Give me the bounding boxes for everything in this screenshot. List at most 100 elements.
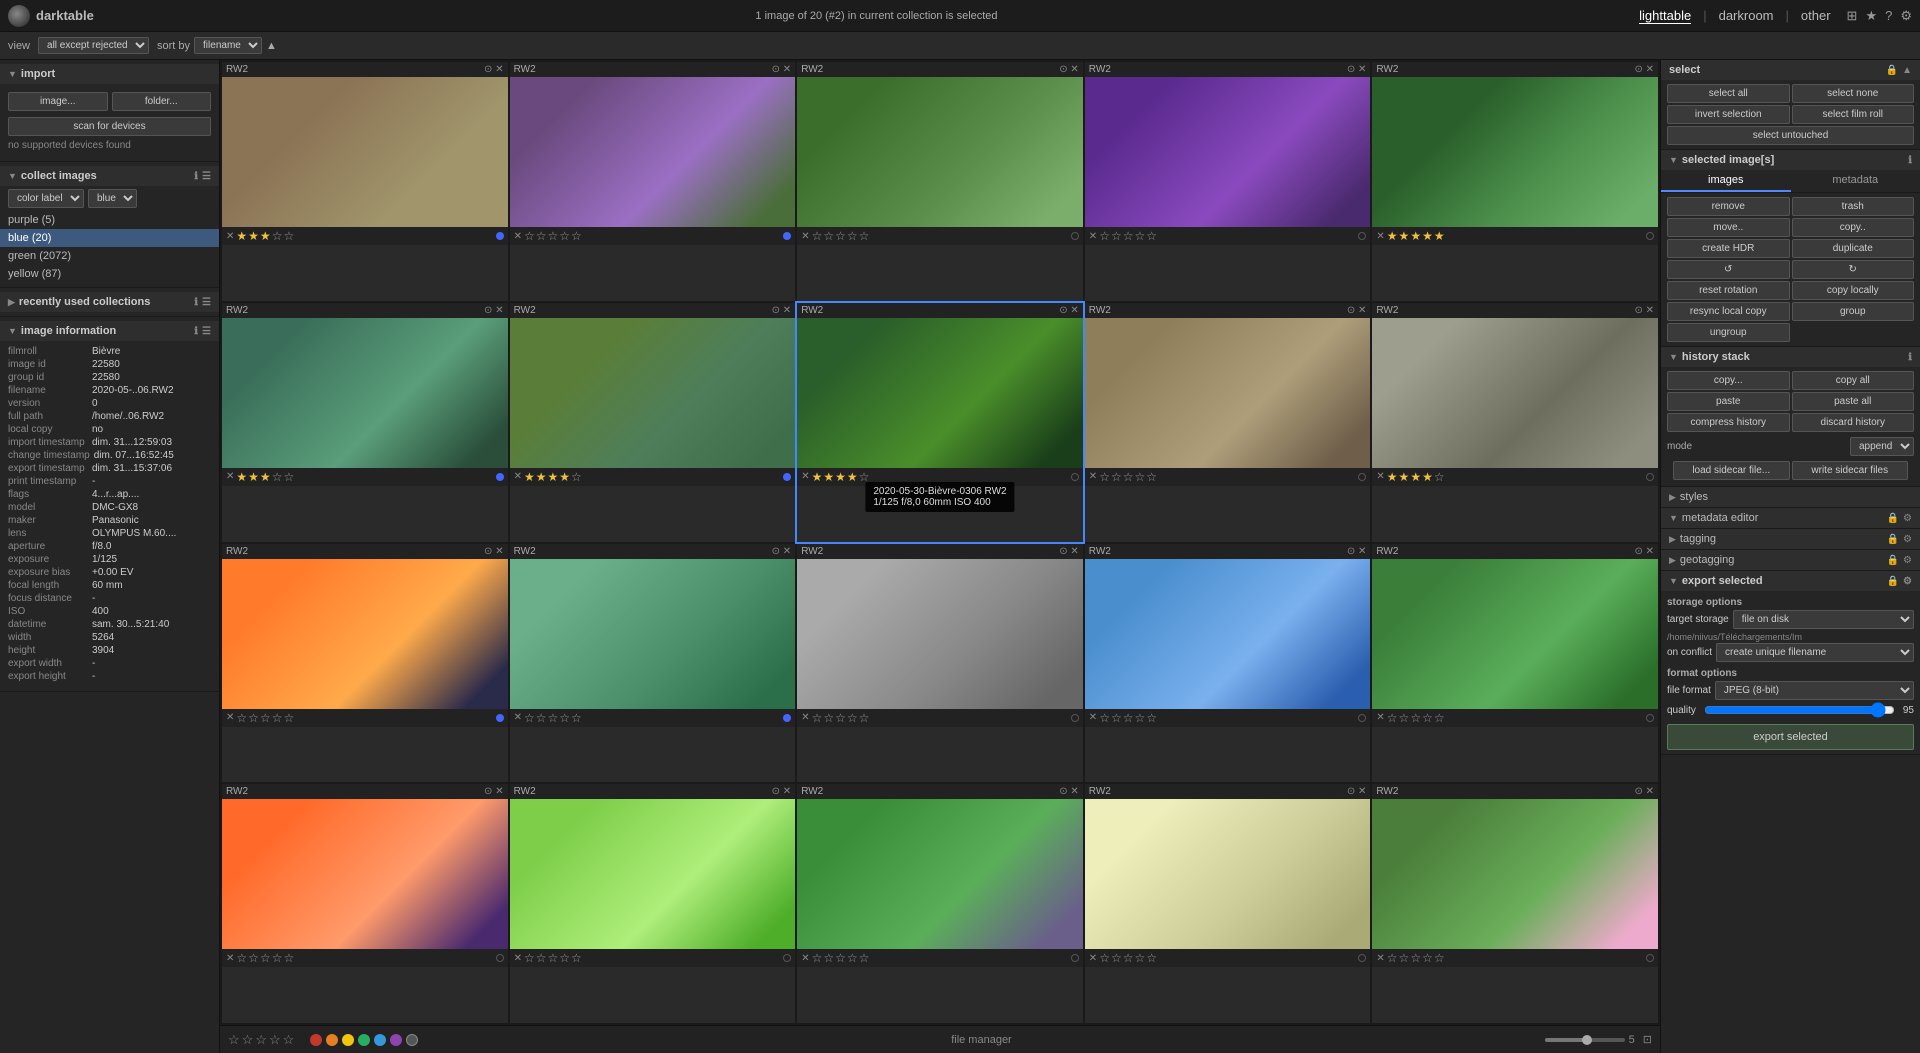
thumb-star-15-2[interactable]: ☆: [260, 951, 271, 965]
thumb-reject-18[interactable]: ✕: [1089, 953, 1097, 964]
tab-metadata[interactable]: metadata: [1791, 170, 1920, 192]
thumb-star-5-3[interactable]: ☆: [272, 470, 283, 484]
thumb-star-3-0[interactable]: ☆: [1099, 229, 1110, 243]
thumb-star-13-4[interactable]: ☆: [1146, 711, 1157, 725]
thumb-star-6-3[interactable]: ★: [559, 470, 570, 484]
thumbnail-16[interactable]: RW2⊙ ✕✕☆☆☆☆☆: [510, 784, 796, 1023]
thumb-star-16-3[interactable]: ☆: [559, 951, 570, 965]
thumb-star-18-3[interactable]: ☆: [1134, 951, 1145, 965]
thumb-reject-19[interactable]: ✕: [1376, 953, 1384, 964]
thumb-image-0[interactable]: [222, 77, 508, 227]
thumb-image-5[interactable]: [222, 318, 508, 468]
ungroup-button[interactable]: ungroup: [1667, 323, 1790, 342]
thumb-star-1-3[interactable]: ☆: [559, 229, 570, 243]
mode-darkroom[interactable]: darkroom: [1719, 8, 1774, 23]
thumb-star-19-3[interactable]: ☆: [1422, 951, 1433, 965]
image-info-icon[interactable]: ℹ: [194, 326, 198, 337]
thumb-star-5-4[interactable]: ☆: [283, 470, 294, 484]
thumb-star-10-1[interactable]: ☆: [248, 711, 259, 725]
thumb-reject-12[interactable]: ✕: [801, 712, 809, 723]
thumb-reject-7[interactable]: ✕: [801, 471, 809, 482]
metadata-lock-icon[interactable]: 🔒: [1887, 513, 1899, 524]
thumb-reject-9[interactable]: ✕: [1376, 471, 1384, 482]
star-filter-3[interactable]: ☆: [255, 1032, 267, 1048]
select-chevron-icon[interactable]: ▲: [1902, 65, 1912, 76]
thumb-star-11-0[interactable]: ☆: [524, 711, 535, 725]
thumb-reject-10[interactable]: ✕: [226, 712, 234, 723]
thumb-image-4[interactable]: [1372, 77, 1658, 227]
thumbnail-0[interactable]: RW2⊙ ✕✕★★★☆☆: [222, 62, 508, 301]
collect-images-header[interactable]: ▼ collect images ℹ ☰: [0, 166, 219, 186]
thumb-star-7-2[interactable]: ★: [835, 470, 846, 484]
thumb-star-18-1[interactable]: ☆: [1111, 951, 1122, 965]
star-icon[interactable]: ★: [1865, 8, 1877, 24]
thumb-star-16-4[interactable]: ☆: [571, 951, 582, 965]
thumb-star-2-0[interactable]: ☆: [812, 229, 823, 243]
star-filter-2[interactable]: ☆: [242, 1032, 254, 1048]
thumb-star-8-2[interactable]: ☆: [1123, 470, 1134, 484]
history-copy-all-button[interactable]: copy all: [1792, 371, 1915, 390]
thumb-star-2-2[interactable]: ☆: [835, 229, 846, 243]
thumb-image-16[interactable]: [510, 799, 796, 949]
metadata-settings-icon[interactable]: ⚙: [1903, 513, 1912, 524]
thumb-star-1-2[interactable]: ☆: [548, 229, 559, 243]
select-lock-icon[interactable]: 🔒: [1886, 65, 1898, 76]
thumb-star-13-1[interactable]: ☆: [1111, 711, 1122, 725]
file-format-select[interactable]: JPEG (8-bit): [1715, 681, 1914, 700]
thumb-image-11[interactable]: [510, 559, 796, 709]
thumb-star-10-4[interactable]: ☆: [283, 711, 294, 725]
discard-history-button[interactable]: discard history: [1792, 413, 1915, 432]
write-sidecar-button[interactable]: write sidecar files: [1792, 461, 1909, 480]
thumb-star-5-2[interactable]: ★: [260, 470, 271, 484]
styles-section[interactable]: ▶ styles: [1661, 487, 1920, 508]
thumb-star-0-2[interactable]: ★: [260, 229, 271, 243]
thumb-star-13-0[interactable]: ☆: [1099, 711, 1110, 725]
thumb-star-5-1[interactable]: ★: [248, 470, 259, 484]
thumb-star-14-4[interactable]: ☆: [1434, 711, 1445, 725]
resync-local-copy-button[interactable]: resync local copy: [1667, 302, 1790, 321]
thumb-star-5-0[interactable]: ★: [236, 470, 247, 484]
select-film-roll-button[interactable]: select film roll: [1792, 105, 1915, 124]
history-paste-all-button[interactable]: paste all: [1792, 392, 1915, 411]
thumb-star-2-1[interactable]: ☆: [823, 229, 834, 243]
folder-import-button[interactable]: folder...: [112, 92, 212, 111]
color-dot-purple[interactable]: [390, 1034, 402, 1046]
tagging-section[interactable]: ▶ tagging 🔒 ⚙: [1661, 529, 1920, 550]
thumb-reject-4[interactable]: ✕: [1376, 231, 1384, 242]
export-settings-icon[interactable]: ⚙: [1903, 576, 1912, 587]
thumb-star-12-1[interactable]: ☆: [823, 711, 834, 725]
thumb-reject-2[interactable]: ✕: [801, 231, 809, 242]
thumb-star-6-0[interactable]: ★: [524, 470, 535, 484]
thumb-star-10-3[interactable]: ☆: [272, 711, 283, 725]
thumb-reject-16[interactable]: ✕: [514, 953, 522, 964]
thumbnail-9[interactable]: RW2⊙ ✕✕★★★★☆: [1372, 303, 1658, 542]
image-info-header[interactable]: ▼ image information ℹ ☰: [0, 321, 219, 341]
sort-direction[interactable]: ▲: [266, 40, 277, 52]
thumb-star-0-0[interactable]: ★: [236, 229, 247, 243]
thumb-image-8[interactable]: [1085, 318, 1371, 468]
help-icon[interactable]: ?: [1885, 8, 1892, 23]
thumb-star-11-3[interactable]: ☆: [559, 711, 570, 725]
thumb-reject-13[interactable]: ✕: [1089, 712, 1097, 723]
thumb-star-2-3[interactable]: ☆: [847, 229, 858, 243]
thumb-star-0-4[interactable]: ☆: [283, 229, 294, 243]
thumb-star-8-4[interactable]: ☆: [1146, 470, 1157, 484]
recently-used-menu-icon[interactable]: ☰: [202, 297, 211, 308]
history-info-icon[interactable]: ℹ: [1908, 352, 1912, 363]
recently-used-info-icon[interactable]: ℹ: [194, 297, 198, 308]
thumb-star-9-0[interactable]: ★: [1387, 470, 1398, 484]
thumb-star-9-3[interactable]: ★: [1422, 470, 1433, 484]
thumb-reject-14[interactable]: ✕: [1376, 712, 1384, 723]
collect-menu-icon[interactable]: ☰: [202, 171, 211, 182]
filter-select[interactable]: all except rejected: [38, 37, 149, 54]
group-button[interactable]: group: [1792, 302, 1915, 321]
thumbnail-3[interactable]: RW2⊙ ✕✕☆☆☆☆☆: [1085, 62, 1371, 301]
thumb-image-2[interactable]: [797, 77, 1083, 227]
thumb-star-3-4[interactable]: ☆: [1146, 229, 1157, 243]
thumb-star-8-3[interactable]: ☆: [1134, 470, 1145, 484]
image-import-button[interactable]: image...: [8, 92, 108, 111]
thumb-star-19-1[interactable]: ☆: [1399, 951, 1410, 965]
select-untouched-button[interactable]: select untouched: [1667, 126, 1914, 145]
thumb-star-12-2[interactable]: ☆: [835, 711, 846, 725]
copy-button[interactable]: copy..: [1792, 218, 1915, 237]
